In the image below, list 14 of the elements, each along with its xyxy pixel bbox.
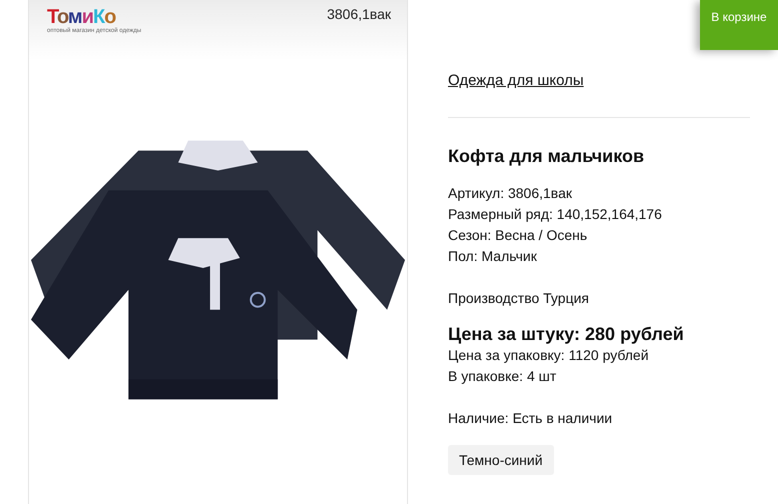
pack-price: Цена за упаковку: 1120 рублей — [448, 346, 649, 365]
color-option[interactable]: Темно-синий — [448, 445, 554, 475]
availability-text: Наличие: Есть в наличии — [448, 409, 612, 428]
spec-text: Пол: Мальчик — [448, 247, 537, 266]
logo-wordmark[interactable]: ТомиКо — [47, 6, 142, 28]
unit-price: Цена за штуку: 280 рублей — [448, 323, 684, 345]
spec-text: Артикул: 3806,1вак — [448, 184, 572, 203]
product-code: 3806,1вак — [326, 6, 391, 24]
spec-text: Сезон: Весна / Осень — [448, 226, 588, 245]
spec-text: Размерный ряд: 140,152,164,176 — [448, 205, 662, 224]
origin-text: Производство Турция — [448, 289, 589, 308]
product-title: Кофта для мальчиков — [448, 146, 646, 167]
category-link[interactable]: Одежда для школы — [448, 72, 584, 89]
pack-size: В упаковке: 4 шт — [448, 367, 556, 386]
